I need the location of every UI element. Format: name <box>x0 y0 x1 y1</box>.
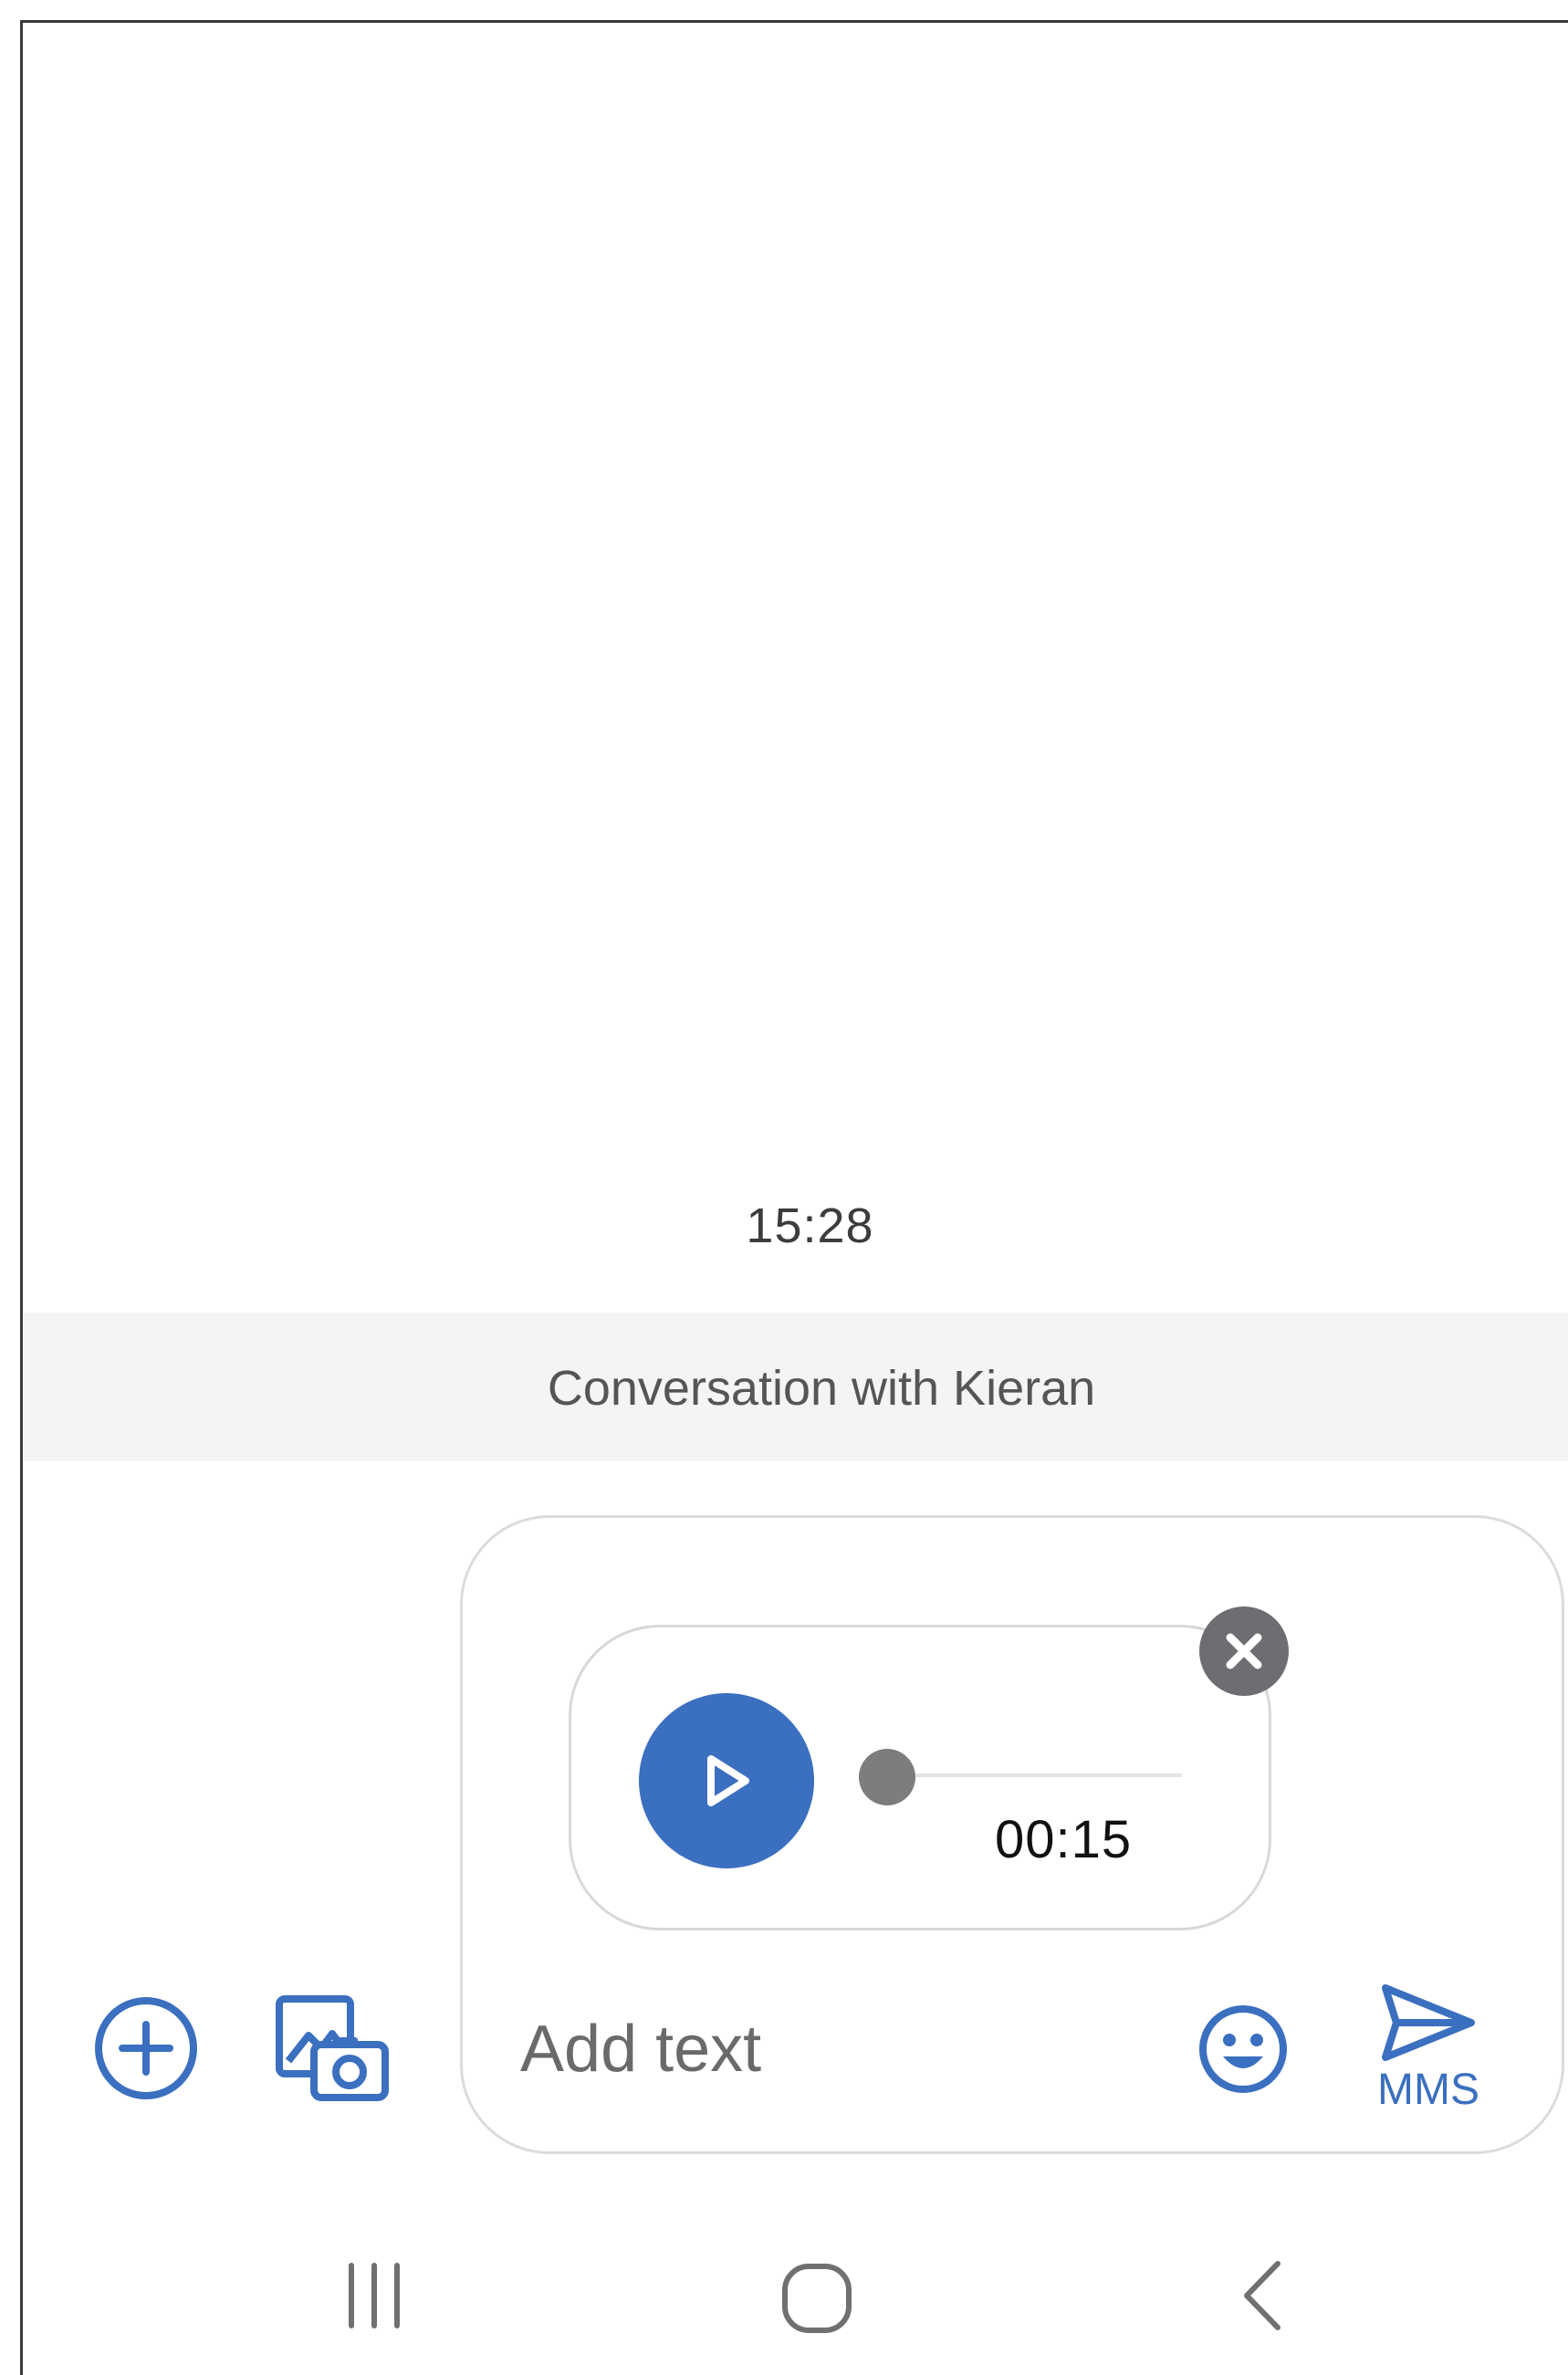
emoji-button[interactable] <box>1197 2004 1289 2095</box>
gallery-button[interactable] <box>274 1993 392 2103</box>
back-button[interactable] <box>1223 2255 1305 2337</box>
home-icon <box>782 2264 852 2333</box>
gallery-camera-icon <box>276 1995 389 2101</box>
add-button[interactable] <box>91 1993 201 2103</box>
conversation-banner-label: Conversation with Kieran <box>547 1361 1096 1416</box>
send-icon <box>1382 1984 1475 2061</box>
home-button[interactable] <box>776 2259 858 2341</box>
audio-progress-track <box>885 1773 1182 1777</box>
close-icon <box>1226 1633 1262 1669</box>
message-text-input[interactable] <box>520 2008 1150 2090</box>
recents-button[interactable] <box>333 2255 415 2337</box>
send-button[interactable]: MMS <box>1360 1979 1497 2116</box>
send-label: MMS <box>1377 2066 1479 2114</box>
play-icon <box>707 1755 749 1806</box>
conversation-banner: Conversation with Kieran <box>23 1313 1568 1461</box>
plus-circle-icon <box>95 1997 197 2099</box>
play-button[interactable] <box>639 1693 814 1868</box>
back-icon <box>1244 2261 1281 2330</box>
recents-icon <box>349 2263 400 2328</box>
audio-duration: 00:15 <box>995 1810 1133 1869</box>
remove-attachment-button[interactable] <box>1199 1606 1289 1696</box>
smiley-icon <box>1199 2005 1287 2093</box>
message-timestamp: 15:28 <box>746 1198 874 1253</box>
audio-progress-knob[interactable] <box>859 1749 915 1805</box>
